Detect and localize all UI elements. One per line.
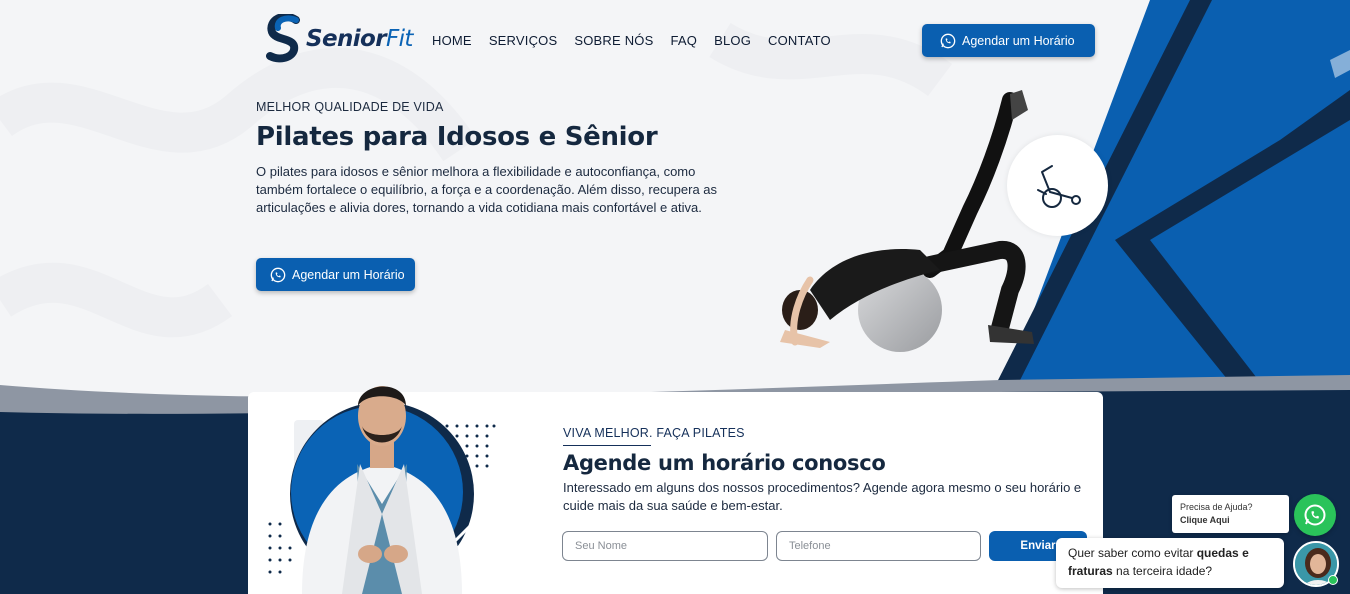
phone-input[interactable] xyxy=(776,531,981,561)
pilates-icon-badge xyxy=(1007,135,1108,236)
hero-kicker: MELHOR QUALIDADE DE VIDA xyxy=(256,100,444,114)
booking-kicker: VIVA MELHOR. FAÇA PILATES xyxy=(563,426,745,440)
whatsapp-icon xyxy=(270,267,286,282)
nav-contato[interactable]: CONTATO xyxy=(768,33,831,48)
name-input[interactable] xyxy=(562,531,768,561)
nav-home[interactable]: HOME xyxy=(432,33,472,48)
nav-faq[interactable]: FAQ xyxy=(670,33,697,48)
nav-sobre-nos[interactable]: SOBRE NÓS xyxy=(574,33,653,48)
hero-description: O pilates para idosos e sênior melhora a… xyxy=(256,164,718,215)
booking-title: Agende um horário conosco xyxy=(563,451,886,475)
kicker-underline xyxy=(563,445,651,446)
online-status-indicator xyxy=(1328,575,1338,585)
doctor-image xyxy=(268,386,496,594)
booking-description: Interessado em alguns dos nossos procedi… xyxy=(563,480,1082,513)
whatsapp-float-button[interactable] xyxy=(1294,494,1336,536)
header-schedule-label: Agendar um Horário xyxy=(962,33,1075,48)
hero-schedule-button[interactable]: Agendar um Horário xyxy=(256,258,415,291)
pilates-woman-image xyxy=(780,90,1034,352)
pilates-ball-icon xyxy=(1036,164,1081,208)
nav-servicos[interactable]: SERVIÇOS xyxy=(489,33,558,48)
hero-title: Pilates para Idosos e Sênior xyxy=(256,122,658,152)
help-tooltip[interactable]: Precisa de Ajuda? Clique Aqui xyxy=(1172,495,1289,533)
main-nav: HOME SERVIÇOS SOBRE NÓS FAQ BLOG CONTATO xyxy=(432,33,831,48)
whatsapp-icon xyxy=(940,33,956,48)
help-text: Precisa de Ajuda? xyxy=(1180,502,1253,512)
logo-icon xyxy=(266,14,300,63)
help-link[interactable]: Clique Aqui xyxy=(1180,515,1230,525)
chat-message-prefix: Quer saber como evitar xyxy=(1068,546,1197,560)
chat-message-bubble[interactable]: Quer saber como evitar quedas e fraturas… xyxy=(1056,538,1284,588)
whatsapp-icon xyxy=(1304,504,1326,526)
chat-message-suffix: na terceira idade? xyxy=(1112,564,1213,578)
hero-schedule-label: Agendar um Horário xyxy=(292,267,405,282)
brand-logo[interactable]: SeniorFit xyxy=(266,14,413,64)
nav-blog[interactable]: BLOG xyxy=(714,33,751,48)
header-schedule-button[interactable]: Agendar um Horário xyxy=(922,24,1095,57)
brand-name: SeniorFit xyxy=(306,26,413,52)
